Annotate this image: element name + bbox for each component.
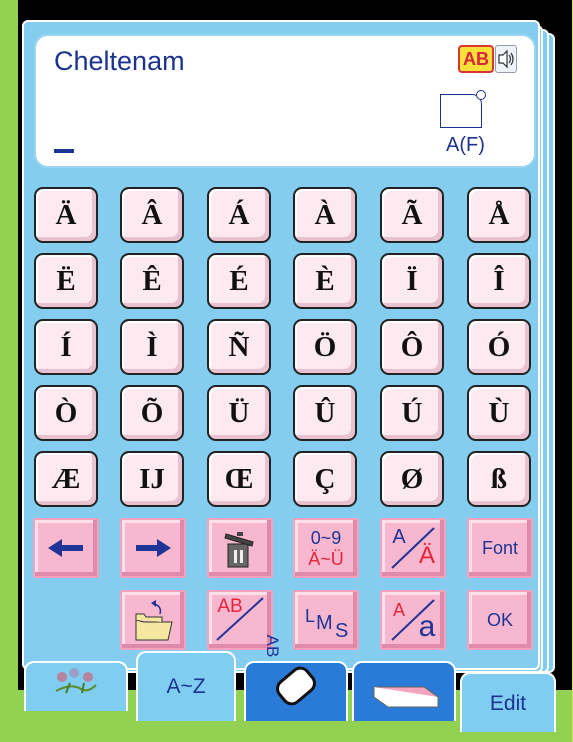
- left-rail: [0, 0, 18, 742]
- mirror-button[interactable]: AB AB: [207, 590, 282, 657]
- ok-button[interactable]: OK: [467, 590, 533, 650]
- character-key[interactable]: IJ: [120, 451, 184, 507]
- accent-toggle-button[interactable]: A Ä: [380, 518, 446, 578]
- edit-tab[interactable]: Edit: [460, 672, 556, 732]
- character-key[interactable]: Ç: [293, 451, 357, 507]
- character-key[interactable]: Û: [293, 385, 357, 441]
- character-key[interactable]: Î: [467, 253, 531, 309]
- embroidery-tab-icon: [55, 668, 97, 694]
- font-button-label: Font: [481, 538, 519, 558]
- character-key[interactable]: Õ: [120, 385, 184, 441]
- font-name: Cheltenam: [54, 46, 185, 76]
- cursor-right-button[interactable]: [120, 518, 186, 578]
- character-key[interactable]: Ü: [207, 385, 271, 441]
- character-key[interactable]: Ò: [34, 385, 98, 441]
- character-key[interactable]: Ë: [34, 253, 98, 309]
- size-m-label: M: [316, 612, 333, 634]
- character-key[interactable]: É: [207, 253, 271, 309]
- character-key[interactable]: Ñ: [207, 319, 271, 375]
- character-key[interactable]: Ô: [380, 319, 444, 375]
- character-key[interactable]: Ì: [120, 319, 184, 375]
- case-badge[interactable]: AB: [458, 45, 494, 73]
- array-shape-icon[interactable]: [440, 90, 486, 128]
- open-file-button[interactable]: [120, 590, 186, 650]
- character-key[interactable]: Ó: [467, 319, 531, 375]
- arrow-right-icon: [136, 539, 171, 557]
- character-key[interactable]: Ï: [380, 253, 444, 309]
- ok-button-label: OK: [486, 610, 513, 630]
- edit-tab-label: Edit: [489, 692, 527, 715]
- a-z-tab[interactable]: A~Z: [136, 651, 236, 721]
- text-display: Cheltenam AB A(F): [34, 34, 536, 168]
- character-key[interactable]: Á: [207, 187, 271, 243]
- sewing-tab-icon: [372, 686, 440, 708]
- sewing-tab[interactable]: [352, 661, 456, 721]
- eraser-icon: [276, 666, 316, 706]
- character-key[interactable]: Ê: [120, 253, 184, 309]
- character-key[interactable]: Å: [467, 187, 531, 243]
- speaker-icon[interactable]: [495, 45, 517, 73]
- character-key[interactable]: ß: [467, 451, 531, 507]
- a-z-tab-label: A~Z: [166, 675, 206, 698]
- character-key[interactable]: Ú: [380, 385, 444, 441]
- font-button[interactable]: Font: [467, 518, 533, 578]
- size-l-label: L: [305, 606, 316, 626]
- character-key[interactable]: Ã: [380, 187, 444, 243]
- shape-handle: [476, 90, 486, 100]
- text-cursor: [54, 149, 74, 153]
- character-key[interactable]: È: [293, 253, 357, 309]
- character-key[interactable]: Í: [34, 319, 98, 375]
- array-shape-label: A(F): [446, 134, 485, 156]
- numbers-button[interactable]: 0~9 Ä~Ü: [293, 518, 359, 578]
- character-key[interactable]: Œ: [207, 451, 271, 507]
- character-key[interactable]: Ù: [467, 385, 531, 441]
- delete-button[interactable]: [207, 518, 273, 578]
- character-key[interactable]: Æ: [34, 451, 98, 507]
- character-key[interactable]: Â: [120, 187, 184, 243]
- cursor-left-button[interactable]: [33, 518, 99, 578]
- size-button[interactable]: L M S: [293, 590, 359, 650]
- character-key[interactable]: À: [293, 187, 357, 243]
- arrow-left-icon: [48, 539, 83, 557]
- size-s-label: S: [335, 620, 349, 642]
- character-key[interactable]: Ä: [34, 187, 98, 243]
- character-key[interactable]: Ö: [293, 319, 357, 375]
- screen: Cheltenam AB A(F) ÄÂÁÀÃÅ ËÊÉÈÏÎ ÍÌÑÖÔÓ ÒÕÜÛ…: [0, 0, 573, 742]
- trash-icon: [224, 532, 254, 568]
- lowercase-button[interactable]: A a: [380, 590, 446, 650]
- lower-label-bottom: a: [418, 610, 436, 643]
- eraser-tab[interactable]: [244, 661, 348, 721]
- open-folder-icon: [135, 600, 173, 641]
- character-key[interactable]: Ø: [380, 451, 444, 507]
- embroidery-tab[interactable]: [24, 661, 128, 711]
